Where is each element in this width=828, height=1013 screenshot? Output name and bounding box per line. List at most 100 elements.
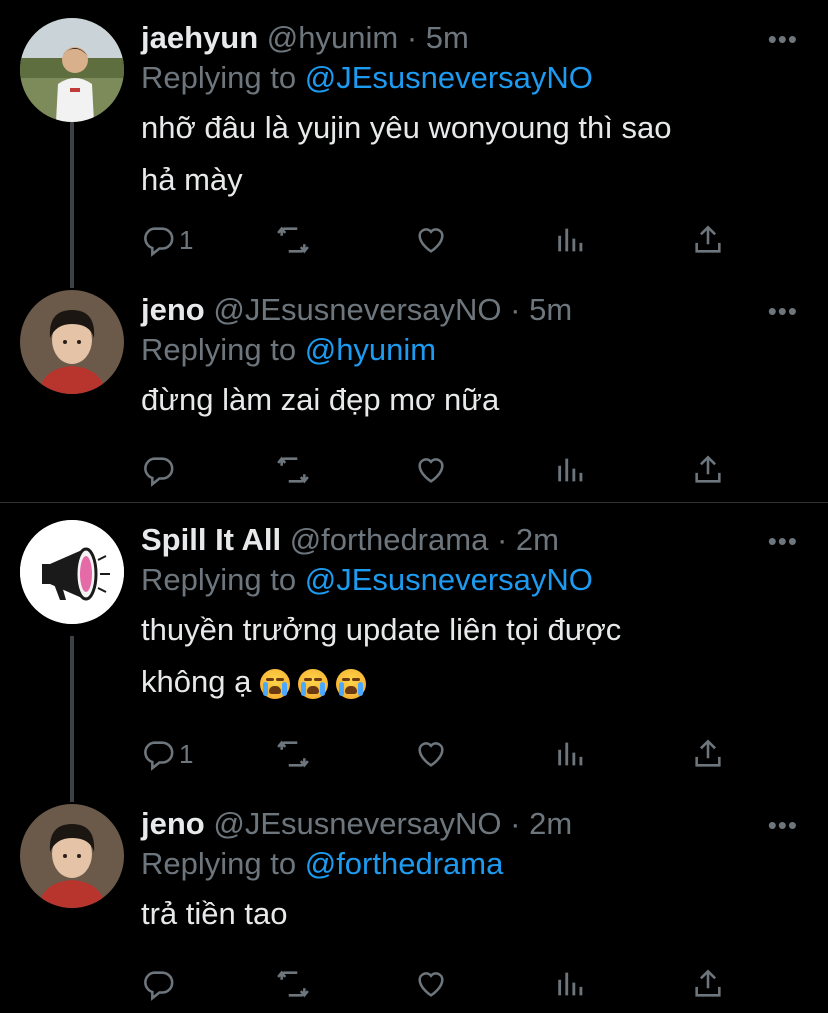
analytics-button[interactable] bbox=[554, 964, 588, 1004]
analytics-button[interactable] bbox=[554, 734, 588, 774]
like-icon bbox=[418, 228, 444, 253]
timestamp[interactable]: 2m bbox=[516, 522, 559, 557]
replying-prefix: Replying to bbox=[141, 846, 305, 881]
share-button[interactable] bbox=[691, 734, 725, 774]
more-icon[interactable]: ••• bbox=[768, 526, 798, 557]
reply-icon bbox=[144, 741, 174, 771]
thread-line bbox=[70, 122, 74, 288]
user-handle[interactable]: @JEsusneversayNO bbox=[213, 292, 501, 327]
tweet-actions bbox=[141, 450, 721, 490]
timestamp[interactable]: 2m bbox=[529, 806, 572, 841]
like-icon bbox=[418, 742, 444, 767]
share-icon bbox=[695, 225, 721, 253]
loudly-crying-face-icon bbox=[259, 668, 290, 699]
replying-to: Replying to @JEsusneversayNO bbox=[141, 58, 808, 102]
replying-prefix: Replying to bbox=[141, 562, 305, 597]
retweet-button[interactable] bbox=[276, 734, 310, 774]
display-name[interactable]: Spill It All bbox=[141, 522, 281, 557]
share-icon bbox=[695, 969, 721, 997]
share-button[interactable] bbox=[691, 964, 725, 1004]
reply-icon bbox=[144, 971, 174, 1001]
analytics-icon bbox=[558, 458, 583, 482]
tweet-text: đừng làm zai đẹp mơ nữa bbox=[141, 374, 808, 426]
replying-to: Replying to @forthedrama bbox=[141, 844, 808, 888]
avatar[interactable] bbox=[20, 18, 124, 122]
like-button[interactable] bbox=[414, 220, 448, 260]
loudly-crying-face-icon bbox=[335, 668, 366, 699]
analytics-icon bbox=[558, 742, 583, 766]
thread-line bbox=[70, 636, 74, 802]
reply-count: 1 bbox=[179, 224, 194, 255]
more-icon[interactable]: ••• bbox=[768, 24, 798, 55]
replying-to: Replying to @JEsusneversayNO bbox=[141, 560, 808, 604]
retweet-icon bbox=[277, 970, 309, 998]
user-handle[interactable]: @forthedrama bbox=[290, 522, 489, 557]
avatar[interactable] bbox=[20, 804, 124, 908]
more-icon[interactable]: ••• bbox=[768, 296, 798, 327]
tweet-actions: 1 bbox=[141, 220, 721, 260]
like-button[interactable] bbox=[414, 734, 448, 774]
retweet-icon bbox=[277, 740, 309, 768]
avatar-jeno bbox=[20, 290, 124, 394]
reply-button[interactable]: 1 bbox=[141, 734, 193, 774]
more-icon[interactable]: ••• bbox=[768, 810, 798, 841]
timestamp[interactable]: 5m bbox=[529, 292, 572, 327]
user-handle[interactable]: @JEsusneversayNO bbox=[213, 806, 501, 841]
like-button[interactable] bbox=[414, 964, 448, 1004]
mention-link[interactable]: @forthedrama bbox=[305, 846, 504, 881]
retweet-icon bbox=[277, 456, 309, 484]
tweet-header: jeno @JEsusneversayNO · 5m bbox=[141, 290, 808, 330]
display-name[interactable]: jaehyun bbox=[141, 20, 258, 55]
separator-dot: · bbox=[496, 522, 508, 557]
mention-link[interactable]: @JEsusneversayNO bbox=[305, 562, 593, 597]
share-icon bbox=[695, 455, 721, 483]
tweet-header: jaehyun @hyunim · 5m bbox=[141, 18, 808, 58]
mention-link[interactable]: @hyunim bbox=[305, 332, 436, 367]
tweet-divider bbox=[0, 502, 828, 503]
tweet-text-line-with-emoji: không ạ bbox=[141, 656, 808, 708]
tweet-header: jeno @JEsusneversayNO · 2m bbox=[141, 804, 808, 844]
avatar[interactable] bbox=[20, 290, 124, 394]
separator-dot: · bbox=[510, 292, 521, 327]
retweet-button[interactable] bbox=[276, 964, 310, 1004]
retweet-button[interactable] bbox=[276, 220, 310, 260]
reply-icon bbox=[144, 227, 174, 257]
avatar[interactable] bbox=[20, 520, 124, 624]
replying-prefix: Replying to bbox=[141, 332, 305, 367]
reply-button[interactable] bbox=[141, 450, 179, 490]
reply-button[interactable]: 1 bbox=[141, 220, 193, 260]
avatar-jeno bbox=[20, 804, 124, 908]
replying-prefix: Replying to bbox=[141, 60, 305, 95]
tweet-actions: 1 bbox=[141, 734, 721, 774]
share-icon bbox=[695, 739, 721, 767]
display-name[interactable]: jeno bbox=[141, 292, 205, 327]
share-button[interactable] bbox=[691, 220, 725, 260]
tweet-text-line: đừng làm zai đẹp mơ nữa bbox=[141, 382, 500, 417]
analytics-icon bbox=[558, 228, 583, 252]
replying-to: Replying to @hyunim bbox=[141, 330, 808, 374]
retweet-icon bbox=[277, 226, 309, 254]
tweet-text-line: thuyền trưởng update liên tọi được bbox=[141, 612, 622, 647]
display-name[interactable]: jeno bbox=[141, 806, 205, 841]
reply-count: 1 bbox=[179, 738, 194, 769]
tweet-text: nhỡ đâu là yujin yêu wonyoung thì sao hả… bbox=[141, 102, 808, 206]
user-handle[interactable]: @hyunim bbox=[267, 20, 398, 55]
like-icon bbox=[418, 972, 444, 997]
avatar-megaphone bbox=[20, 520, 124, 624]
retweet-button[interactable] bbox=[276, 450, 310, 490]
mention-link[interactable]: @JEsusneversayNO bbox=[305, 60, 593, 95]
tweet-text-line: trả tiền tao bbox=[141, 896, 288, 931]
analytics-button[interactable] bbox=[554, 220, 588, 260]
analytics-icon bbox=[558, 972, 583, 996]
like-button[interactable] bbox=[414, 450, 448, 490]
share-button[interactable] bbox=[691, 450, 725, 490]
tweet-text: thuyền trưởng update liên tọi được không… bbox=[141, 604, 808, 708]
reply-icon bbox=[144, 457, 174, 487]
tweet-text-line: hả mày bbox=[141, 162, 243, 197]
loudly-crying-face-icon bbox=[297, 668, 328, 699]
reply-button[interactable] bbox=[141, 964, 179, 1004]
like-icon bbox=[418, 458, 444, 483]
tweet-text-line: không ạ bbox=[141, 664, 252, 699]
analytics-button[interactable] bbox=[554, 450, 588, 490]
timestamp[interactable]: 5m bbox=[426, 20, 469, 55]
